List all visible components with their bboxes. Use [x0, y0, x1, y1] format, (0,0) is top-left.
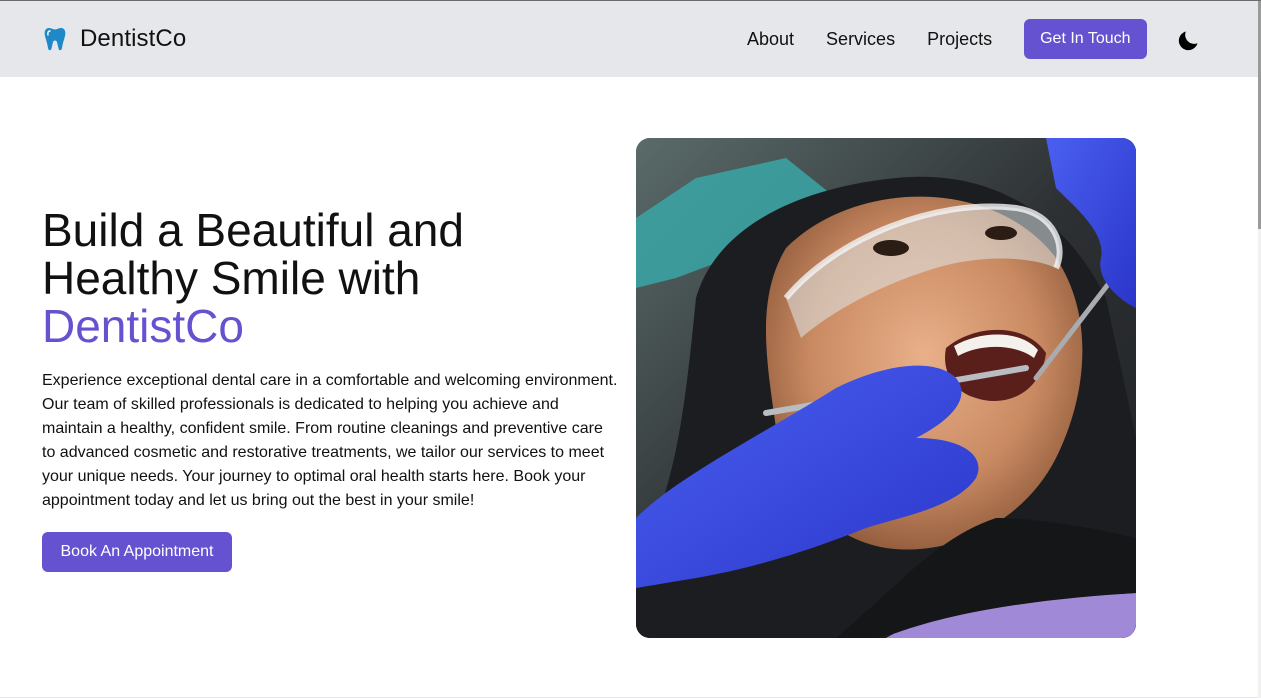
- hero-title-accent: DentistCo: [42, 300, 244, 352]
- hero-title: Build a Beautiful and Healthy Smile with…: [42, 206, 602, 350]
- get-in-touch-button[interactable]: Get In Touch: [1024, 19, 1147, 59]
- site-header: DentistCo About Services Projects Get In…: [0, 1, 1258, 77]
- nav-projects-link[interactable]: Projects: [927, 19, 992, 59]
- nav-services-link[interactable]: Services: [826, 19, 895, 59]
- brand-logo[interactable]: DentistCo: [44, 25, 186, 53]
- hero-description: Experience exceptional dental care in a …: [42, 372, 618, 509]
- book-appointment-button[interactable]: Book An Appointment: [42, 532, 232, 572]
- page: DentistCo About Services Projects Get In…: [0, 0, 1261, 698]
- hero-title-line1: Build a Beautiful and: [42, 204, 464, 256]
- brand-name: DentistCo: [80, 25, 187, 52]
- nav-about-link[interactable]: About: [747, 19, 794, 59]
- tooth-icon: [44, 28, 66, 51]
- dental-patient-photo: [636, 138, 1136, 638]
- moon-icon[interactable]: [1177, 28, 1201, 52]
- hero-title-line2: Healthy Smile with: [42, 252, 421, 304]
- main-nav: About Services Projects Get In Touch: [747, 19, 1147, 59]
